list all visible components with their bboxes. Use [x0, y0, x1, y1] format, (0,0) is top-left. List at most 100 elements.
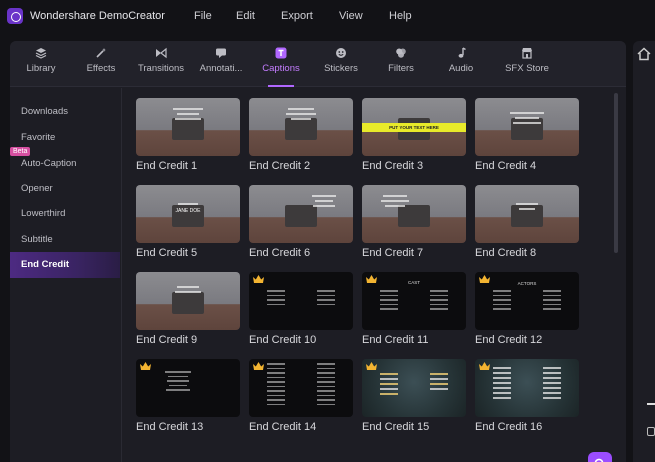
- annotations-icon: [216, 48, 226, 58]
- template-label: End Credit 13: [136, 421, 204, 433]
- transitions-icon: [156, 47, 167, 59]
- stickers-icon: [336, 48, 346, 58]
- tab-stickers[interactable]: Stickers: [310, 47, 372, 85]
- template-label: End Credit 9: [136, 334, 198, 346]
- template-thumbnail: [249, 359, 353, 417]
- template-label: End Credit 2: [249, 160, 311, 172]
- template-card[interactable]: CAST End Credit 11: [362, 272, 466, 346]
- sidebar-item-opener[interactable]: Opener: [10, 177, 120, 201]
- template-thumbnail: [249, 98, 353, 156]
- crop-icon[interactable]: [647, 427, 655, 436]
- preview-slider[interactable]: [647, 403, 655, 405]
- template-label: End Credit 11: [362, 334, 429, 346]
- template-label: End Credit 4: [475, 160, 537, 172]
- menu-view[interactable]: View: [339, 10, 363, 22]
- app-title: Wondershare DemoCreator: [30, 10, 165, 22]
- resource-panel: Library Effects Transitions Annotati... …: [10, 41, 626, 462]
- crown-icon: [366, 362, 377, 370]
- template-thumbnail: [136, 272, 240, 330]
- tab-label: Captions: [262, 63, 300, 74]
- template-thumbnail: PUT YOUR TEXT HERE: [362, 98, 466, 156]
- sfx-store-icon: [522, 48, 532, 59]
- crown-icon: [253, 275, 264, 283]
- template-thumbnail: [475, 359, 579, 417]
- crown-icon: [253, 362, 264, 370]
- menu-edit[interactable]: Edit: [236, 10, 255, 22]
- tab-sfx-store[interactable]: SFX Store: [496, 47, 558, 85]
- template-card[interactable]: End Credit 6: [249, 185, 353, 259]
- tab-library[interactable]: Library: [10, 47, 72, 85]
- template-label: End Credit 12: [475, 334, 543, 346]
- template-label: End Credit 14: [249, 421, 317, 433]
- template-thumbnail: [249, 185, 353, 243]
- template-card[interactable]: PUT YOUR TEXT HERE End Credit 3: [362, 98, 466, 172]
- preview-panel-edge: [633, 41, 655, 462]
- template-label: End Credit 7: [362, 247, 424, 259]
- yellow-bar-text: PUT YOUR TEXT HERE: [389, 125, 439, 130]
- template-card[interactable]: End Credit 13: [136, 359, 240, 433]
- template-thumbnail: [475, 185, 579, 243]
- tab-label: Audio: [448, 63, 474, 74]
- template-card[interactable]: ACTORS End Credit 12: [475, 272, 579, 346]
- sidebar-item-auto-caption[interactable]: Auto-Caption: [10, 152, 120, 176]
- template-card[interactable]: End Credit 14: [249, 359, 353, 433]
- template-label: End Credit 15: [362, 421, 430, 433]
- menu-file[interactable]: File: [194, 10, 212, 22]
- template-label: End Credit 5: [136, 247, 198, 259]
- sidebar-item-downloads[interactable]: Downloads: [10, 100, 120, 124]
- tab-label: Library: [26, 63, 56, 74]
- template-card[interactable]: End Credit 9: [136, 272, 240, 346]
- tab-filters[interactable]: Filters: [370, 47, 432, 85]
- audio-icon: [458, 47, 466, 58]
- template-card[interactable]: End Credit 8: [475, 185, 579, 259]
- sidebar-item-lowerthird[interactable]: Lowerthird: [10, 202, 120, 226]
- template-card[interactable]: End Credit 1: [136, 98, 240, 172]
- tab-annotations[interactable]: Annotati...: [190, 47, 252, 85]
- yellow-text-bar: PUT YOUR TEXT HERE: [362, 123, 466, 132]
- tab-transitions[interactable]: Transitions: [130, 47, 192, 85]
- sidebar-item-end-credit[interactable]: End Credit: [10, 252, 120, 278]
- template-card[interactable]: JANE DOE End Credit 5: [136, 185, 240, 259]
- tab-captions[interactable]: Captions: [250, 47, 312, 87]
- menu-help[interactable]: Help: [389, 10, 412, 22]
- filters-icon: [396, 48, 406, 58]
- tab-label: Effects: [86, 63, 116, 74]
- tab-label: Transitions: [137, 63, 185, 74]
- template-thumbnail: JANE DOE: [136, 185, 240, 243]
- category-tabs: Library Effects Transitions Annotati... …: [10, 41, 626, 87]
- template-label: End Credit 6: [249, 247, 311, 259]
- tab-audio[interactable]: Audio: [430, 47, 492, 85]
- app-logo-icon: [7, 8, 23, 24]
- template-thumbnail: [362, 359, 466, 417]
- template-card[interactable]: End Credit 4: [475, 98, 579, 172]
- grid-scrollbar[interactable]: [614, 93, 618, 253]
- template-thumbnail: [362, 185, 466, 243]
- captions-icon: [275, 47, 287, 59]
- home-icon[interactable]: [637, 47, 651, 61]
- template-grid: End Credit 1 End Credit 2 PUT YOUR TEXT …: [122, 88, 626, 462]
- library-icon: [35, 48, 47, 59]
- effects-icon: [96, 48, 106, 58]
- template-card[interactable]: End Credit 10: [249, 272, 353, 346]
- sidebar-item-subtitle[interactable]: Subtitle: [10, 228, 120, 252]
- tab-label: Stickers: [324, 63, 358, 74]
- template-thumbnail: [136, 359, 240, 417]
- tab-effects[interactable]: Effects: [70, 47, 132, 85]
- tab-label: SFX Store: [505, 63, 549, 74]
- search-icon: [594, 458, 604, 462]
- template-thumbnail: [136, 98, 240, 156]
- search-button[interactable]: [588, 452, 612, 462]
- template-card[interactable]: End Credit 2: [249, 98, 353, 172]
- template-card[interactable]: End Credit 7: [362, 185, 466, 259]
- tab-label: Annotati...: [199, 63, 243, 74]
- template-thumbnail: ACTORS: [475, 272, 579, 330]
- crown-icon: [479, 362, 490, 370]
- template-thumbnail: CAST: [362, 272, 466, 330]
- menu-export[interactable]: Export: [281, 10, 313, 22]
- template-card[interactable]: End Credit 16: [475, 359, 579, 433]
- crown-icon: [140, 362, 151, 370]
- template-card[interactable]: End Credit 15: [362, 359, 466, 433]
- cast-heading: CAST: [407, 280, 420, 285]
- template-label: End Credit 1: [136, 160, 198, 172]
- category-sidebar: Downloads Favorite Beta Auto-Caption Ope…: [10, 88, 122, 462]
